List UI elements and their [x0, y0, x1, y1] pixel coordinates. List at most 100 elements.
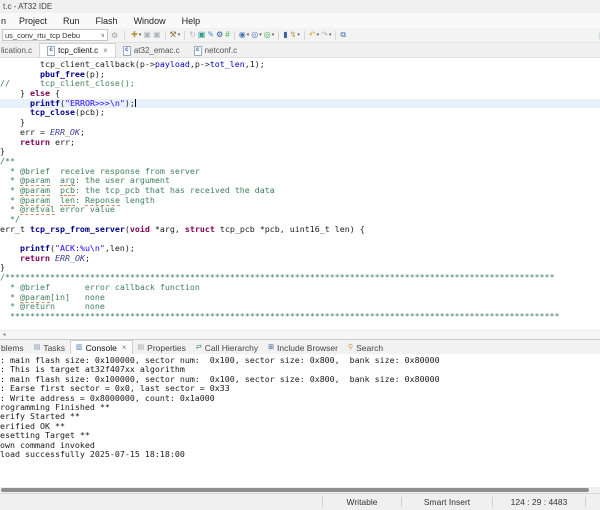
close-icon[interactable]: × [122, 343, 127, 352]
chevron-down-icon[interactable]: ▾ [139, 32, 142, 38]
menu-project[interactable]: Project [11, 16, 55, 26]
search-icon: ⚲ [347, 344, 354, 351]
menu-help[interactable]: Help [174, 16, 209, 26]
view-tab-label: Call Hierarchy [204, 342, 259, 353]
menu-run[interactable]: Run [55, 16, 88, 26]
code-line[interactable]: return ERR_OK; [0, 253, 600, 264]
console-hscrollbar[interactable] [0, 487, 600, 493]
view-tab-label: blems [1, 342, 24, 353]
code-token: /***************************************… [0, 272, 555, 283]
save-button[interactable]: ▣ [143, 31, 151, 39]
launch-config-combo[interactable]: us_conv_rtu_tcp Debu ∨ [2, 29, 108, 41]
console-output[interactable]: : main flash size: 0x100000, sector num:… [0, 354, 600, 487]
code-token: else [29, 88, 50, 99]
chevron-down-icon[interactable]: ▾ [272, 32, 275, 38]
code-token: err; [49, 136, 75, 147]
menu-window[interactable]: Window [126, 16, 174, 26]
toolbar-icons: ✚ ▾ ▣ ▣ ⚒ ▾ ↻ ▣ ✎ ⚙ # ◉ ▾ ◎ ▾ ◎ ▾ ▮ ↯ ▾ ↶ ▾ ↷ ▾ ⧉ [128, 30, 347, 40]
code-token: printf [19, 243, 50, 254]
erase-button[interactable]: ✎ [207, 31, 214, 39]
code-line[interactable]: } [0, 117, 600, 128]
code-token: err_t [0, 223, 30, 234]
external-tools-button[interactable]: ◎ ▾ [264, 31, 275, 39]
launch-gear-icon[interactable]: ⚙ [111, 31, 118, 40]
scroll-left-icon[interactable]: ◂ [0, 332, 8, 339]
menu-flash[interactable]: Flash [88, 16, 126, 26]
run-icon: ◎ [251, 30, 259, 39]
code-token: ****************************************… [0, 310, 560, 321]
perspective-button[interactable]: ⧉ [340, 31, 346, 39]
close-icon[interactable]: × [103, 46, 108, 55]
flash-download-icon: ↯ [289, 30, 297, 39]
code-line[interactable]: ****************************************… [0, 310, 600, 322]
chevron-down-icon[interactable]: ▾ [329, 32, 332, 38]
code-token: ,len); [104, 243, 135, 254]
tab-lication-c[interactable]: lication.c [0, 44, 39, 57]
flash-download-button[interactable]: ↯ ▾ [290, 31, 300, 39]
editor-tabstrip: lication.c c tcp_client.c × c at32_emac.c c net… [0, 43, 600, 58]
view-tab-blems[interactable]: blems [0, 341, 29, 354]
code-token: ,1); [244, 59, 265, 69]
build-button[interactable]: ⚒ ▾ [170, 31, 181, 39]
view-tab-call-hierarchy[interactable]: ⇄ Call Hierarchy [191, 341, 263, 354]
view-tab-tasks[interactable]: ▤ Tasks [29, 341, 70, 354]
code-line[interactable]: } [0, 146, 600, 157]
editor-hscrollbar[interactable]: ◂ [0, 330, 600, 339]
menu-n[interactable]: n [0, 16, 11, 26]
forward-button[interactable]: ↷ ▾ [321, 31, 331, 39]
hash-icon: # [225, 30, 230, 39]
console-line: load successfully 2025-07-15 18:18:00 [0, 448, 185, 459]
tab-netconf-c[interactable]: c netconf.c [187, 44, 244, 57]
toolbar-separator [335, 30, 337, 40]
new-wizard-button[interactable]: ✚ ▾ [131, 31, 141, 39]
scrollbar-thumb[interactable] [1, 488, 589, 492]
chevron-down-icon[interactable]: ▾ [297, 32, 300, 38]
save-all-icon: ▣ [152, 30, 161, 39]
title-bar: t.c - AT32 IDE [0, 0, 600, 13]
code-line[interactable]: * @retval error value [0, 204, 600, 216]
chevron-down-icon[interactable]: ▾ [259, 32, 262, 38]
code-token: @return [19, 301, 55, 312]
save-all-button[interactable]: ▣ [153, 31, 161, 39]
chevron-down-icon[interactable]: ▾ [247, 32, 250, 38]
target-board-button[interactable]: ▮ [283, 31, 287, 39]
toolbar-separator [184, 30, 186, 40]
chevron-down-icon[interactable]: ∨ [101, 32, 105, 39]
run-button[interactable]: ◎ ▾ [251, 31, 262, 39]
tab-label: netconf.c [204, 46, 238, 55]
chip-button[interactable]: ▣ [198, 31, 206, 39]
code-token: * [0, 291, 20, 302]
include-browser-icon: ⊞ [268, 344, 275, 351]
code-token: receive response from server [49, 165, 200, 176]
view-tab-console[interactable]: ▥ Console × [70, 340, 133, 354]
view-tab-include-browser[interactable]: ⊞ Include Browser [263, 341, 343, 354]
code-line[interactable]: return err; [0, 136, 600, 148]
tab-at32_emac-c[interactable]: c at32_emac.c [116, 44, 187, 57]
tab-label: at32_emac.c [133, 46, 180, 55]
code-token: ); [124, 97, 135, 108]
code-line[interactable]: tcp_close(pcb); [0, 108, 600, 118]
code-line[interactable]: printf("ACK:%u\n",len); [0, 243, 600, 254]
code-editor[interactable]: tcp_client_callback(p->payload,p->tot_le… [0, 58, 600, 330]
code-token: } [0, 146, 5, 157]
hash-button[interactable]: # [225, 31, 229, 39]
tab-tcp_client-c[interactable]: c tcp_client.c × [39, 43, 116, 57]
back-button[interactable]: ↶ ▾ [309, 31, 319, 39]
console-icon: ▥ [76, 344, 83, 351]
chevron-down-icon[interactable]: ▾ [317, 32, 320, 38]
code-line[interactable]: // tcp_client_close(); [0, 79, 600, 89]
chevron-down-icon[interactable]: ▾ [178, 32, 181, 38]
properties-icon: ▤ [137, 344, 145, 351]
refresh-button[interactable]: ↻ [189, 31, 196, 39]
debug-button[interactable]: ◉ ▾ [239, 31, 250, 39]
toolbar-separator [303, 30, 305, 40]
view-tab-properties[interactable]: ▤ Properties [133, 341, 191, 354]
code-line[interactable]: err = ERR_OK; [0, 127, 600, 138]
settings-gear-button[interactable]: ⚙ [216, 31, 223, 39]
code-token: : [74, 194, 85, 205]
code-line[interactable]: err_t tcp_rsp_from_server(void *arg, str… [0, 223, 600, 235]
view-tab-search[interactable]: ⚲ Search [343, 341, 388, 354]
code-token: */ [0, 214, 20, 224]
